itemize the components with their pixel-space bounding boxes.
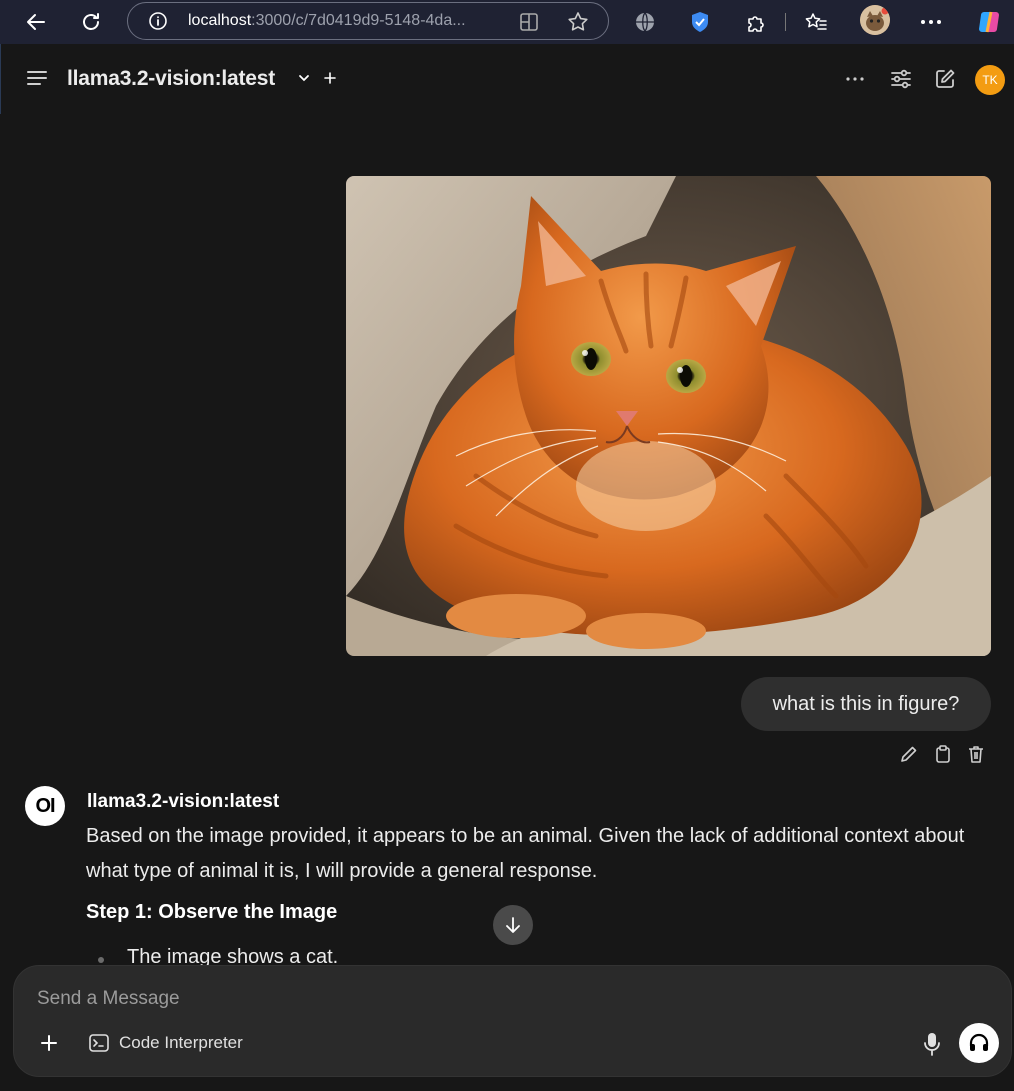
bullet-dot bbox=[98, 957, 104, 963]
plus-icon bbox=[41, 1035, 57, 1051]
split-screen-icon[interactable] bbox=[518, 11, 540, 38]
uploaded-cat-image[interactable] bbox=[346, 176, 991, 656]
microphone-button[interactable] bbox=[920, 1030, 944, 1058]
model-name: llama3.2-vision:latest bbox=[67, 67, 276, 90]
scroll-to-bottom-button[interactable] bbox=[493, 905, 533, 945]
sidebar-menu-icon[interactable] bbox=[26, 70, 48, 91]
assistant-paragraph: Based on the image provided, it appears … bbox=[86, 825, 965, 882]
message-composer: Code Interpreter bbox=[13, 965, 1012, 1077]
user-message-bubble: what is this in figure? bbox=[741, 677, 991, 731]
favorites-icon[interactable] bbox=[803, 9, 829, 35]
add-attachment-button[interactable] bbox=[36, 1030, 62, 1056]
terminal-icon bbox=[89, 1034, 109, 1052]
model-selector[interactable]: llama3.2-vision:latest bbox=[67, 67, 275, 91]
more-menu-icon[interactable] bbox=[918, 9, 944, 35]
back-arrow-icon[interactable] bbox=[22, 8, 50, 36]
assistant-name: llama3.2-vision:latest bbox=[87, 791, 280, 812]
url-text[interactable]: localhost:3000/c/7d0419d9-5148-4da... bbox=[188, 12, 466, 30]
voice-mode-button[interactable] bbox=[959, 1023, 999, 1063]
globe-extension-icon[interactable] bbox=[632, 9, 658, 35]
assistant-logo-avatar: OI bbox=[25, 786, 65, 826]
arrow-down-icon bbox=[506, 917, 520, 933]
site-info-icon[interactable] bbox=[148, 11, 168, 36]
microphone-icon bbox=[924, 1033, 940, 1056]
step-heading: Step 1: Observe the Image bbox=[86, 901, 338, 923]
favorite-star-icon[interactable] bbox=[566, 10, 590, 39]
browser-toolbar: localhost:3000/c/7d0419d9-5148-4da... bbox=[0, 0, 1014, 44]
address-bar[interactable]: localhost:3000/c/7d0419d9-5148-4da... bbox=[127, 2, 609, 40]
headphones-icon bbox=[969, 1033, 989, 1051]
shield-extension-icon[interactable] bbox=[687, 9, 713, 35]
edit-pencil-icon[interactable] bbox=[898, 743, 920, 765]
controls-sliders-icon[interactable] bbox=[888, 66, 914, 92]
reload-icon[interactable] bbox=[77, 8, 105, 36]
new-chat-edit-icon[interactable] bbox=[932, 66, 958, 92]
copy-clipboard-icon[interactable] bbox=[932, 743, 954, 765]
user-avatar[interactable]: TK bbox=[975, 65, 1005, 95]
user-message-text: what is this in figure? bbox=[772, 692, 960, 715]
code-interpreter-button[interactable]: Code Interpreter bbox=[88, 1029, 243, 1057]
profile-avatar[interactable] bbox=[860, 5, 890, 35]
extensions-puzzle-icon[interactable] bbox=[743, 9, 769, 35]
copilot-icon[interactable] bbox=[976, 9, 1002, 35]
chevron-down-icon[interactable] bbox=[291, 65, 317, 91]
code-interpreter-label: Code Interpreter bbox=[119, 1033, 243, 1052]
more-options-icon[interactable] bbox=[842, 66, 868, 92]
add-model-icon[interactable] bbox=[317, 65, 343, 91]
chat-header: llama3.2-vision:latest TK bbox=[0, 44, 1014, 114]
toolbar-divider bbox=[785, 13, 786, 31]
delete-trash-icon[interactable] bbox=[965, 743, 987, 765]
message-input[interactable] bbox=[37, 984, 917, 1014]
